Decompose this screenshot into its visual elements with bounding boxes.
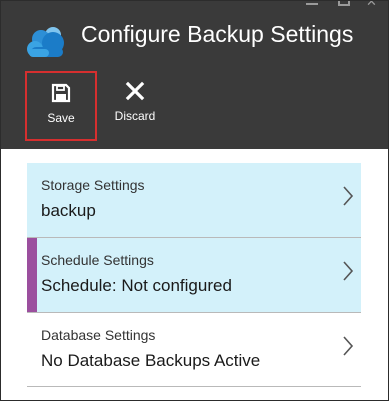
row-label: Schedule Settings bbox=[41, 252, 154, 268]
discard-button-label: Discard bbox=[114, 109, 156, 123]
cloud-icon bbox=[27, 27, 64, 57]
chevron-right-icon bbox=[343, 336, 354, 356]
maximize-icon[interactable] bbox=[338, 1, 350, 6]
chevron-right-icon bbox=[343, 261, 354, 281]
close-icon bbox=[125, 81, 145, 101]
save-icon bbox=[51, 83, 71, 103]
row-label: Storage Settings bbox=[41, 177, 145, 193]
close-window-icon[interactable]: ✕ bbox=[366, 1, 384, 8]
backup-settings-blade: ✕ Configure Backup Settings Save Discard bbox=[0, 0, 389, 401]
storage-settings-row[interactable]: Storage Settings backup bbox=[27, 163, 361, 238]
window-controls: ✕ bbox=[304, 1, 384, 8]
blade-header: ✕ Configure Backup Settings Save Discard bbox=[1, 1, 388, 149]
save-button-label: Save bbox=[47, 111, 75, 125]
minimize-icon[interactable] bbox=[304, 1, 322, 8]
selection-indicator bbox=[27, 238, 37, 312]
settings-list: Storage Settings backup Schedule Setting… bbox=[27, 163, 361, 387]
row-label: Database Settings bbox=[41, 327, 156, 343]
discard-button[interactable]: Discard bbox=[103, 71, 167, 141]
save-button[interactable]: Save bbox=[25, 71, 97, 141]
schedule-settings-row[interactable]: Schedule Settings Schedule: Not configur… bbox=[27, 238, 361, 313]
page-title: Configure Backup Settings bbox=[81, 21, 354, 47]
row-value: Schedule: Not configured bbox=[41, 276, 232, 295]
row-value: No Database Backups Active bbox=[41, 351, 261, 370]
row-value: backup bbox=[41, 201, 96, 220]
chevron-right-icon bbox=[343, 186, 354, 206]
database-settings-row[interactable]: Database Settings No Database Backups Ac… bbox=[27, 313, 361, 387]
